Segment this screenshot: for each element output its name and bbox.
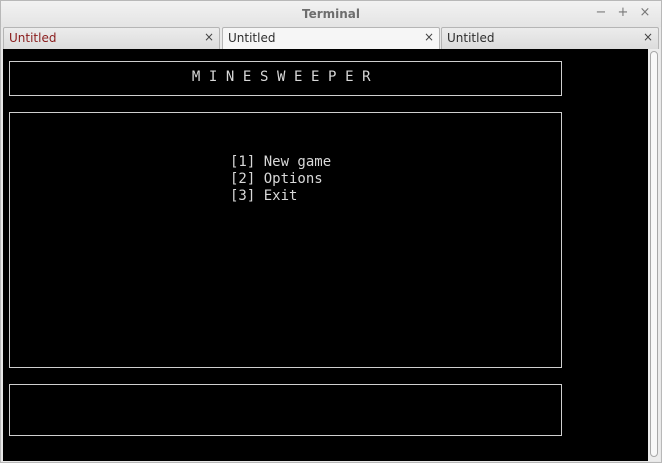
tab-bar: Untitled × Untitled × Untitled × [3,27,659,49]
close-window-icon[interactable]: × [636,4,654,22]
menu-panel: [1] New game [2] Options [3] Exit [9,112,562,368]
tab-2-label: Untitled [228,31,276,45]
tab-1-close-icon[interactable]: × [204,30,214,44]
title-bar[interactable]: Terminal − + × [1,1,661,27]
window-title: Terminal [301,7,361,21]
tab-1[interactable]: Untitled × [3,27,220,49]
game-title: MINESWEEPER [191,69,380,85]
tab-1-label: Untitled [9,31,57,45]
tab-2[interactable]: Untitled × [222,27,440,49]
main-menu: [1] New game [2] Options [3] Exit [230,154,331,205]
vertical-scrollbar[interactable] [648,49,660,461]
menu-item-new-game[interactable]: [1] New game [230,154,331,171]
minimize-icon[interactable]: − [592,4,610,22]
title-panel: MINESWEEPER [9,61,562,96]
menu-item-options[interactable]: [2] Options [230,171,331,188]
maximize-icon[interactable]: + [614,4,632,22]
terminal-window: Terminal − + × Untitled × Untitled × Unt… [0,0,662,463]
tab-3-close-icon[interactable]: × [643,30,653,44]
menu-item-exit[interactable]: [3] Exit [230,188,331,205]
terminal-screen[interactable]: MINESWEEPER [1] New game [2] Options [3]… [3,49,648,461]
scrollbar-thumb[interactable] [650,51,658,457]
status-panel [9,384,562,436]
tab-3[interactable]: Untitled × [441,27,659,49]
tab-2-close-icon[interactable]: × [424,30,434,44]
tab-3-label: Untitled [447,31,495,45]
